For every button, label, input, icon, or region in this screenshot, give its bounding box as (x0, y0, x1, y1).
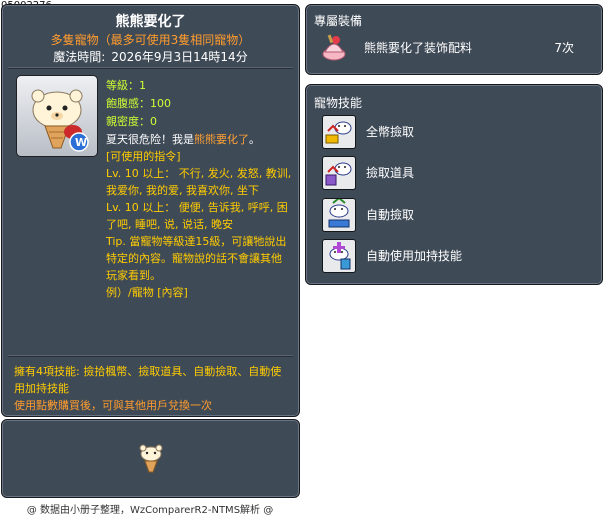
skill-row-auto-pickup[interactable]: 自動撿取 (322, 198, 592, 232)
skill-label: 全幣撿取 (366, 125, 415, 139)
skill-label: 自動撿取 (366, 208, 415, 222)
expire-value: 2026年9月3日14時14分 (111, 50, 248, 64)
skill-label: 自動使用加持技能 (366, 249, 463, 263)
credit-text: @ 数据由小册子整理，WzComparerR2-NTMS解析 @ (26, 505, 274, 516)
cake-topping-icon[interactable] (320, 32, 348, 62)
skill-label: 撿取道具 (366, 166, 415, 180)
equip-item-count: 7次 (554, 41, 574, 55)
pet-example: 例）/寵物 [內容] (106, 286, 188, 299)
pet-auto-pickup-icon (322, 198, 356, 232)
stat-fullness: 飽腹感：100 (106, 97, 171, 110)
pet-skills-panel: 寵物技能 全幣撿取 撿取道具 自動撿取 自動使用加持技能 (305, 84, 603, 285)
stat-closeness: 親密度：0 (106, 115, 157, 128)
pet-tooltip-panel: 熊熊要化了 多隻寵物（最多可使用3隻相同寵物） 魔法時間: 2026年9月3日14… (1, 4, 300, 417)
skill-row-money-pickup[interactable]: 全幣撿取 (322, 115, 592, 149)
divider (8, 67, 293, 69)
stat-level: 等級：1 (106, 79, 146, 92)
exclusive-equipment-panel: 專屬裝備 熊熊要化了装饰配料 7次 (305, 4, 603, 75)
skill-row-item-pickup[interactable]: 撿取道具 (322, 156, 592, 190)
description-intro: 夏天很危险！我是熊熊要化了。 (106, 133, 260, 146)
pet-title: 熊熊要化了 (115, 14, 186, 30)
pet-description: 夏天很危险！我是熊熊要化了。 [可使用的指令] Lv. 10 以上： 不行, 发… (106, 131, 292, 301)
pet-mini-panel (1, 419, 300, 498)
trade-note: 使用點數購買後，可與其他用戶兌換一次 (14, 399, 212, 412)
divider (8, 355, 293, 357)
pet-skills-header: 寵物技能 (314, 96, 363, 110)
commands-header: [可使用的指令] (106, 150, 181, 163)
expire-row: 魔法時間: 2026年9月3日14時14分 (2, 48, 299, 65)
equip-item-name: 熊熊要化了装饰配料 (364, 41, 473, 55)
bear-pet-icon: W (31, 89, 89, 152)
command-list-1: Lv. 10 以上： 不行, 发火, 发怒, 教训, 我爱你, 我的爱, 我喜欢… (106, 167, 292, 197)
equip-header: 專屬裝備 (314, 14, 363, 28)
svg-text:W: W (75, 136, 87, 149)
command-list-2: Lv. 10 以上： 便便, 告诉我, 呼呼, 困了吧, 睡吧, 说, 说话, … (106, 201, 288, 231)
pet-portrait: W (16, 75, 98, 157)
pet-item-pickup-icon (322, 156, 356, 190)
pet-tip: Tip. 當寵物等級達15級，可讓牠說出特定的內容。寵物說的話不會讓其他玩家看到… (106, 235, 287, 282)
pet-auto-buff-icon (322, 239, 356, 273)
expire-label: 魔法時間: (53, 50, 106, 64)
pet-money-pickup-icon (322, 115, 356, 149)
bear-mini-icon (139, 444, 163, 473)
skills-summary: 擁有4項技能: 撿拾楓幣、撿取道具、自動撿取、自動使用加持技能 (14, 365, 282, 395)
skill-row-auto-buff[interactable]: 自動使用加持技能 (322, 239, 592, 273)
pet-subtitle: 多隻寵物（最多可使用3隻相同寵物） (50, 33, 251, 47)
